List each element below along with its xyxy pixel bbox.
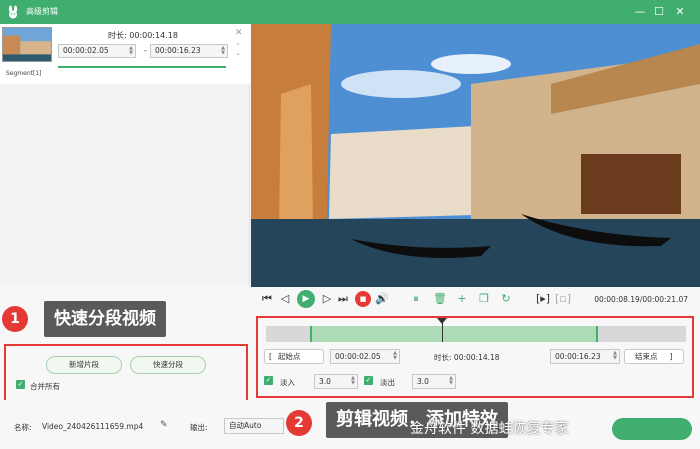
window-title: 高级剪辑 [26,7,58,16]
spinner-icon[interactable]: ▲ ▼ [613,351,617,361]
skip-to-start-icon[interactable]: ⏮ [261,291,273,307]
callout-1-badge: 1 [2,306,28,332]
spinner-icon[interactable]: ▲ ▼ [129,46,133,56]
skip-to-end-icon[interactable]: ⏭ [337,291,349,307]
set-start-button[interactable]: [起始点 [264,349,324,364]
segment-range-bar [58,66,226,68]
playhead-handle-icon[interactable] [437,318,448,324]
segment-start-input[interactable]: 00:00:02.05 ▲ ▼ [58,44,136,58]
callout-1-text: 快速分段视频 [44,301,166,337]
fade-in-checkbox[interactable]: ✓ [264,376,273,385]
close-icon[interactable]: ✕ [672,4,688,20]
mark-out-icon[interactable]: [▫] [555,291,571,307]
trim-panel: [起始点 00:00:02.05 ▲ ▼ 时长: 00:00:14.18 00:00… [256,316,694,398]
timeline-selection[interactable] [310,326,598,342]
segment-end-input[interactable]: 00:00:16.23 ▲ ▼ [150,44,228,58]
file-name: Video_240426111659.mp4 [42,422,144,431]
segment-panel: Segment[1] 时长: 00:00:14.18 00:00:02.05 ▲ ▼… [0,24,250,286]
fade-in-label: 淡入 [280,378,295,387]
next-frame-icon[interactable]: ▷ [321,291,333,307]
set-end-button[interactable]: 结束点] [624,349,684,364]
playback-controls: ⏮ ◁ ▶ ▷ ⏭ ■ 🔊 ⏸ 🗑 + ❐ ↻ [▸] [▫] 00:00:08… [251,287,700,313]
output-label: 输出: [190,423,208,432]
minimize-icon[interactable]: — [632,4,648,20]
maximize-icon[interactable]: ☐ [651,4,667,20]
fade-in-input[interactable]: 3.0 ▲ ▼ [314,374,358,389]
video-preview[interactable] [251,24,700,287]
playback-time: 00:00:08.19/00:00:21.07 [594,295,688,304]
spinner-icon[interactable]: ▲ ▼ [449,376,453,386]
edit-name-icon[interactable]: ✎ [160,420,168,430]
fade-out-label: 淡出 [380,378,395,387]
title-bar: 高级剪辑 — ☐ ✕ [0,0,700,24]
quick-split-button[interactable]: 快速分段 [130,356,206,374]
video-frame [251,24,700,287]
trim-duration: 时长: 00:00:14.18 [434,353,500,362]
name-label: 名称: [14,423,32,432]
split-icon[interactable]: ⏸ [409,291,423,307]
reorder-icon[interactable]: ⌃ ⌄ [235,43,241,57]
volume-icon[interactable]: 🔊 [375,291,389,307]
fade-out-input[interactable]: 3.0 ▲ ▼ [412,374,456,389]
end-time-input[interactable]: 00:00:16.23 ▲ ▼ [550,349,620,364]
segment-thumbnail [2,27,52,62]
segment-duration: 时长: 00:00:14.18 [108,31,178,40]
spinner-icon[interactable]: ▲ ▼ [351,376,355,386]
delete-icon[interactable]: 🗑 [433,291,447,307]
watermark-text: 金舟软件 数据蛙恢复专家 [410,421,569,437]
stop-button[interactable]: ■ [355,291,371,307]
advanced-editor-window: 高级剪辑 — ☐ ✕ Segment[1] 时长: 00:00:14.18 00… [0,0,700,449]
fade-out-checkbox[interactable]: ✓ [364,376,373,385]
merge-all-label: 合并所有 [30,382,60,391]
prev-frame-icon[interactable]: ◁ [279,291,291,307]
reset-icon[interactable]: ↻ [499,291,513,307]
output-select[interactable]: 自动Auto [224,418,284,434]
merge-all-checkbox[interactable]: ✓ [16,380,25,389]
new-segment-button[interactable]: 新增片段 [46,356,122,374]
mark-in-icon[interactable]: [▸] [535,291,551,307]
delete-segment-icon[interactable]: ✕ [235,28,243,38]
copy-icon[interactable]: ❐ [477,291,491,307]
add-icon[interactable]: + [455,291,469,307]
time-separator: - [144,46,147,55]
segment-item[interactable]: Segment[1] 时长: 00:00:14.18 00:00:02.05 ▲ ▼… [0,24,250,84]
rabbit-logo-icon [8,5,18,19]
spinner-icon[interactable]: ▲ ▼ [221,46,225,56]
play-button[interactable]: ▶ [297,290,315,308]
segment-actions-box: 新增片段 快速分段 ✓ 合并所有 [4,344,248,402]
callout-2-badge: 2 [286,410,312,436]
spinner-icon[interactable]: ▲ ▼ [393,351,397,361]
start-time-input[interactable]: 00:00:02.05 ▲ ▼ [330,349,400,364]
start-export-button[interactable] [612,418,692,440]
segment-label: Segment[1] [6,70,42,77]
